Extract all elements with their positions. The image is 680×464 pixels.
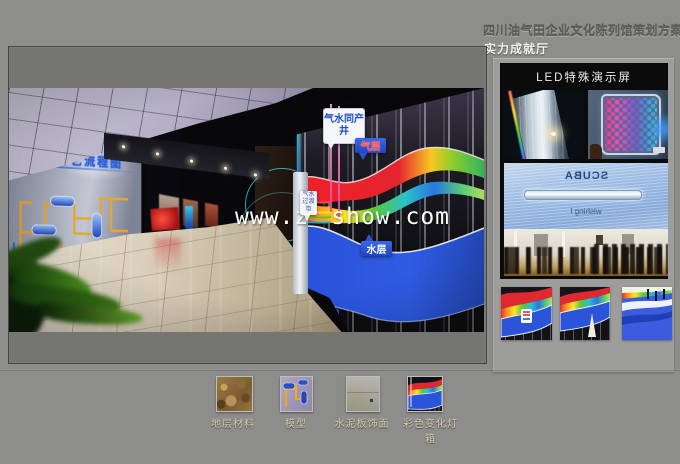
ribbon-detail-graphic: [501, 287, 552, 340]
material-thumb-stratum: [216, 376, 253, 412]
sign-pointer: [304, 215, 310, 221]
tube-light-graphic: [524, 190, 642, 200]
material-thumb-model: [280, 376, 313, 412]
spotlight: [254, 173, 257, 176]
soil-texture: [217, 377, 252, 411]
ribbon-detail-thumb: [560, 287, 610, 340]
exhibition-hall-floor: [504, 229, 668, 276]
spotlight: [190, 159, 193, 162]
ribbon-detail-graphic: [622, 287, 672, 340]
label-text: 气水过渡带: [300, 192, 317, 215]
thumb-caption: 模型: [266, 415, 326, 430]
label-water-layer: 水层: [361, 241, 392, 256]
led-box-title: LED特殊演示屏: [500, 69, 668, 85]
sign-pointer: [365, 234, 373, 241]
model-pipes: [281, 377, 312, 411]
chair-silhouette: [590, 144, 602, 159]
thumb-caption: 水泥板饰面: [327, 415, 397, 430]
led-dot-grid: [605, 98, 657, 151]
mirrored-screen-text: wishing I: [504, 207, 668, 216]
label-text: 水层: [367, 241, 387, 256]
reference-sidebar: LED特殊演示屏 SCUBA wishing I: [493, 58, 674, 372]
led-reference-box: LED特殊演示屏 SCUBA wishing I: [500, 63, 668, 279]
presentation-page: 四川油气田企业文化陈列馆策划方案 实力成就厅: [0, 0, 680, 464]
cement-speck: [370, 399, 373, 402]
led-dot-screen-photo: [588, 90, 668, 159]
led-door-photo: [504, 90, 584, 159]
sign-pointer: [359, 153, 367, 160]
crowd-silhouettes: [594, 244, 668, 274]
page-subtitle: 实力成就厅: [484, 40, 549, 57]
exhibition-hall-render: 实验井工艺流程图: [9, 88, 484, 332]
exhibition-crowd-photo: SCUBA wishing I: [504, 163, 668, 276]
page-title: 四川油气田企业文化陈列馆策划方案: [483, 22, 680, 39]
thumb-caption: 彩色变化灯箱: [398, 415, 463, 445]
label-text: 气水同产井: [324, 114, 364, 138]
divider-groove: [0, 369, 680, 371]
watermark-right: show.com: [331, 204, 450, 230]
lightbox-graphic: [408, 377, 442, 411]
material-thumb-cement: [346, 376, 380, 412]
sign-pointer: [327, 142, 335, 149]
watermark-left: www.z: [235, 204, 309, 230]
spotlight: [122, 145, 125, 148]
main-render-panel: 实验井工艺流程图: [8, 46, 487, 364]
corridor-artwork: [205, 203, 218, 229]
large-led-screen: SCUBA wishing I: [504, 163, 668, 229]
watermark: www.z show.com: [235, 204, 450, 230]
blue-wall-glow: [652, 108, 668, 150]
thumb-caption: 地层材料: [203, 415, 263, 430]
ribbon-detail-thumb: [501, 287, 552, 340]
lamp-glow: [551, 132, 556, 136]
mirrored-screen-text: SCUBA: [504, 170, 668, 182]
blue-display-screen: [185, 206, 193, 229]
label-text: 气层: [361, 138, 381, 153]
red-display-screen: [150, 207, 179, 231]
floor-unit: [653, 147, 665, 153]
material-thumb-lightbox: [407, 376, 443, 412]
label-gas-layer: 气层: [355, 138, 386, 153]
foreground-plant: [9, 236, 161, 332]
spotlight: [156, 152, 159, 155]
spotlight: [224, 167, 227, 170]
ribbon-detail-thumb: [622, 287, 672, 340]
cement-texture: [347, 377, 379, 411]
ribbon-detail-graphic: [560, 287, 610, 340]
label-transition-zone: 气水过渡带: [300, 191, 317, 215]
